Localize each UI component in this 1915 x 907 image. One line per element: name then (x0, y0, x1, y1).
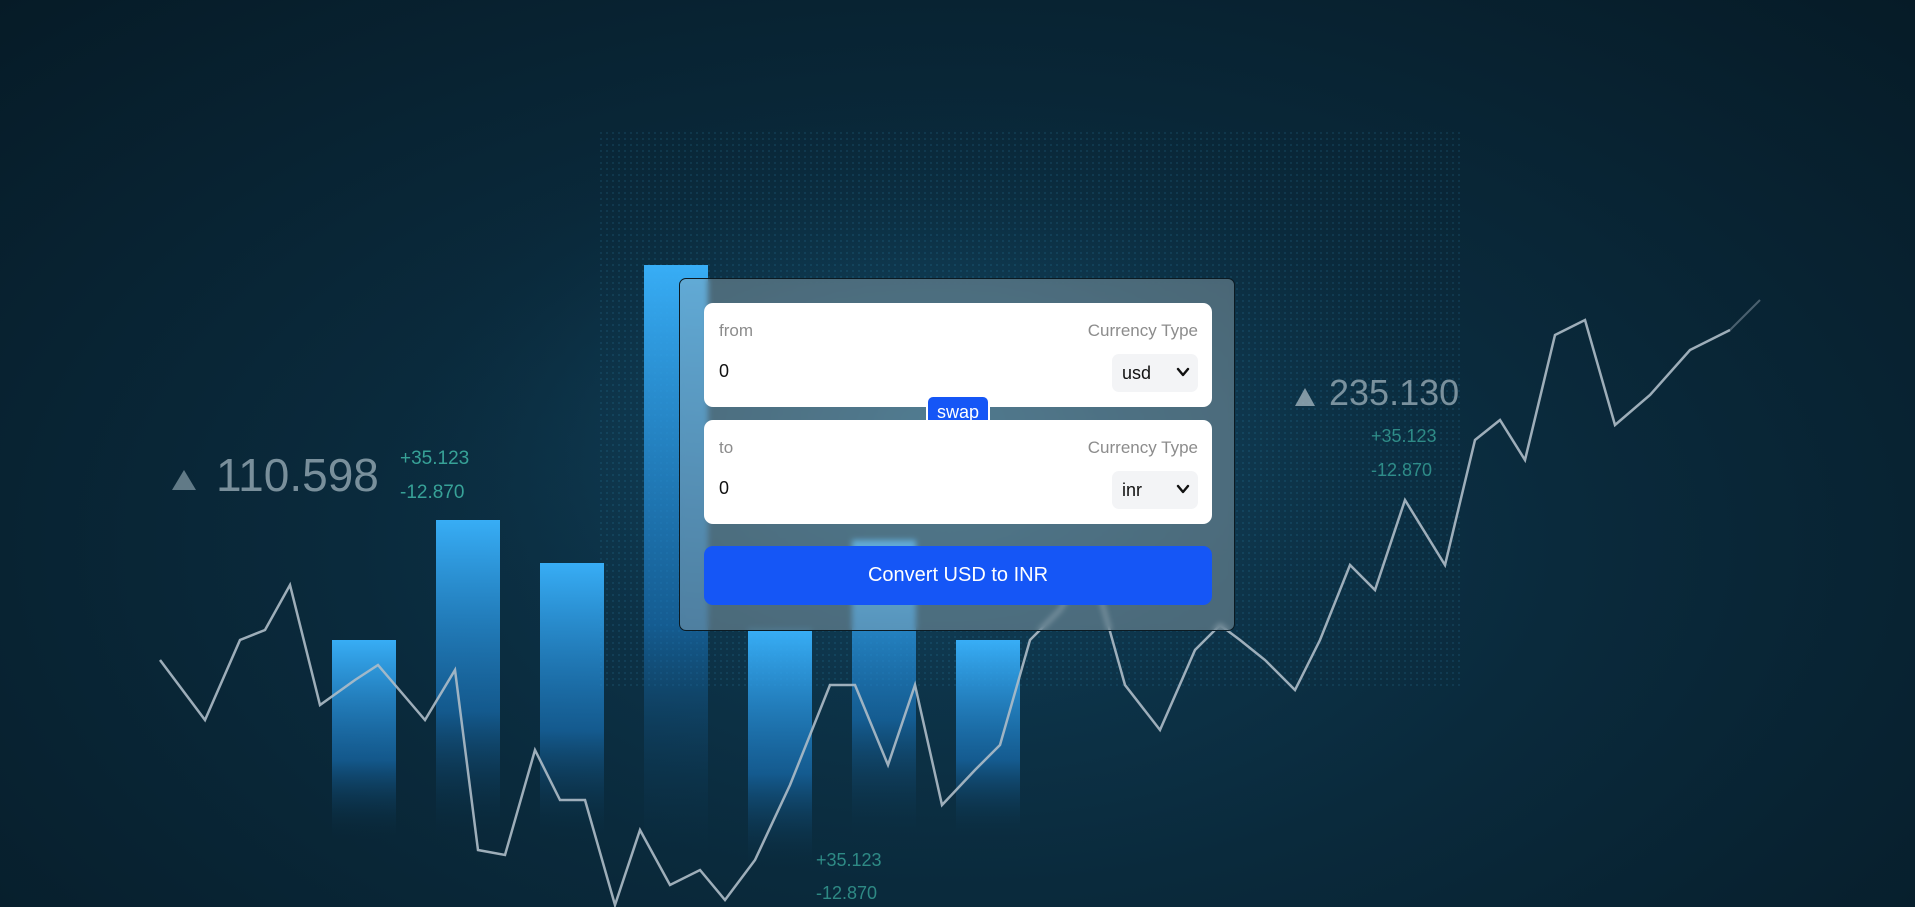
from-label: from (719, 321, 753, 340)
convert-button[interactable]: Convert USD to INR (704, 546, 1212, 605)
to-currency-box: to Currency Type inr (704, 420, 1212, 524)
chevron-down-icon (1176, 484, 1190, 494)
to-amount-input[interactable] (719, 476, 1019, 500)
ticker-down: -12.870 (400, 482, 465, 503)
up-triangle-icon (1295, 388, 1315, 406)
ticker-down: -12.870 (1371, 460, 1433, 480)
to-currency-type-label: Currency Type (1087, 438, 1198, 457)
from-currency-value: usd (1122, 363, 1152, 383)
from-amount-input[interactable] (719, 359, 1019, 383)
ticker-value: 235.130 (1329, 372, 1460, 413)
from-currency-select[interactable]: usd (1112, 354, 1198, 392)
currency-converter-card: from Currency Type usd swap to Currency … (679, 278, 1235, 631)
to-currency-select[interactable]: inr (1112, 471, 1198, 509)
ticker-down: -12.870 (816, 883, 878, 903)
to-currency-value: inr (1122, 480, 1143, 500)
from-currency-type-label: Currency Type (1087, 321, 1198, 340)
ticker-up: +35.123 (400, 448, 470, 469)
ticker-up: +35.123 (1371, 426, 1437, 446)
up-triangle-icon (172, 470, 196, 490)
ticker-up: +35.123 (816, 850, 882, 870)
from-currency-box: from Currency Type usd (704, 303, 1212, 407)
to-label: to (719, 438, 734, 457)
ticker-value: 110.598 (216, 449, 379, 501)
chevron-down-icon (1176, 367, 1190, 377)
